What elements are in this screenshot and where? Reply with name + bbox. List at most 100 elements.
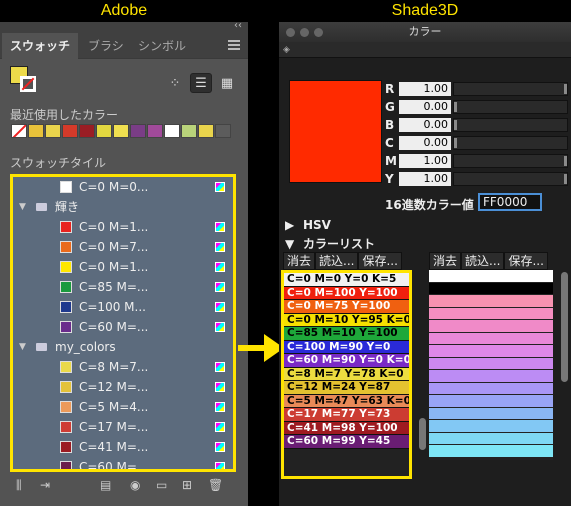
swatch-library-icon[interactable]: ⫼: [16, 478, 22, 493]
slider-track[interactable]: [453, 154, 568, 168]
trash-icon[interactable]: 🗑: [208, 478, 223, 492]
swatch-row[interactable]: C=8 M=7...: [13, 357, 233, 377]
swatch-row[interactable]: C=12 M=...: [13, 377, 233, 397]
color-list-item[interactable]: C=41 M=98 Y=100: [284, 421, 409, 435]
color-list-section-toggle[interactable]: ▼ カラーリスト: [285, 235, 375, 252]
swatch-row[interactable]: C=60 M=...: [13, 457, 233, 469]
slider-value[interactable]: 1.00: [399, 154, 451, 168]
swatch-row[interactable]: C=0 M=1...: [13, 257, 233, 277]
recent-swatch[interactable]: [62, 124, 78, 138]
clear-button-2[interactable]: 消去: [429, 252, 462, 270]
clear-button[interactable]: 消去: [283, 252, 316, 270]
diamond-icon[interactable]: ◈: [283, 45, 290, 55]
zoom-button[interactable]: [314, 28, 323, 37]
recent-swatch[interactable]: [198, 124, 214, 138]
recent-swatch[interactable]: [147, 124, 163, 138]
color-list-item[interactable]: C=60 M=99 Y=45: [284, 435, 409, 449]
recent-swatch[interactable]: [96, 124, 112, 138]
new-group-icon[interactable]: ▭: [156, 478, 167, 492]
color-list-item[interactable]: C=0 M=100 Y=100: [284, 286, 409, 300]
color-list-item[interactable]: C=0 M=0 Y=0 K=5: [284, 273, 409, 287]
color-list-item[interactable]: [429, 357, 553, 370]
recent-swatch[interactable]: [113, 124, 129, 138]
slider-value[interactable]: 0.00: [399, 100, 451, 114]
scrollbar-right[interactable]: [561, 272, 568, 382]
slider-knob[interactable]: [564, 84, 567, 94]
grid-view-icon[interactable]: ▦: [216, 73, 238, 93]
swatch-row[interactable]: C=17 M=...: [13, 417, 233, 437]
color-list-item[interactable]: [429, 270, 553, 283]
hex-input[interactable]: FF0000: [478, 193, 542, 211]
collapse-icon[interactable]: ‹‹: [234, 22, 242, 31]
recent-swatch[interactable]: [79, 124, 95, 138]
color-list-item[interactable]: C=5 M=47 Y=63 K=0: [284, 394, 409, 408]
color-list-item[interactable]: [429, 432, 553, 445]
tab-swatches[interactable]: スウォッチ: [2, 33, 78, 59]
swatch-row[interactable]: C=85 M=...: [13, 277, 233, 297]
slider-knob[interactable]: [564, 174, 567, 184]
recent-swatch[interactable]: [130, 124, 146, 138]
show-kinds-menu-icon[interactable]: ▤: [100, 478, 111, 492]
save-button-2[interactable]: 保存...: [504, 252, 548, 270]
color-list-item[interactable]: C=17 M=77 Y=73: [284, 408, 409, 422]
load-button-2[interactable]: 読込...: [461, 252, 505, 270]
recent-swatch[interactable]: [215, 124, 231, 138]
color-list-item[interactable]: [429, 282, 553, 295]
disclosure-down-icon[interactable]: ▼: [19, 337, 26, 357]
stroke-swatch[interactable]: [20, 76, 36, 92]
color-list-item[interactable]: [429, 420, 553, 433]
color-list-item[interactable]: C=100 M=90 Y=0: [284, 340, 409, 354]
slider-track[interactable]: [453, 100, 568, 114]
slider-track[interactable]: [453, 118, 568, 132]
show-kinds-icon[interactable]: ⁘: [164, 73, 186, 93]
color-list-item[interactable]: [429, 332, 553, 345]
none-swatch[interactable]: [11, 124, 27, 138]
slider-value[interactable]: 1.00: [399, 82, 451, 96]
load-button[interactable]: 読込...: [315, 252, 359, 270]
slider-track[interactable]: [453, 172, 568, 186]
color-list-item[interactable]: [429, 345, 553, 358]
swatch-row[interactable]: C=5 M=4...: [13, 397, 233, 417]
scrollbar-left[interactable]: [419, 418, 426, 450]
close-button[interactable]: [286, 28, 295, 37]
swatch-row[interactable]: C=60 M=...: [13, 317, 233, 337]
swatch-row[interactable]: C=41 M=...: [13, 437, 233, 457]
save-button[interactable]: 保存...: [358, 252, 402, 270]
color-list-item[interactable]: [429, 295, 553, 308]
recent-swatch[interactable]: [28, 124, 44, 138]
swatch-group-row[interactable]: ▼ 輝き: [13, 197, 233, 217]
color-list-item[interactable]: C=60 M=90 Y=0 K=0: [284, 354, 409, 368]
color-list-item[interactable]: [429, 370, 553, 383]
swatch-row[interactable]: C=0 M=7...: [13, 237, 233, 257]
color-list-item[interactable]: C=8 M=7 Y=78 K=0: [284, 367, 409, 381]
swatch-row[interactable]: C=0 M=1...: [13, 217, 233, 237]
disclosure-down-icon[interactable]: ▼: [19, 197, 26, 217]
hsv-section-toggle[interactable]: ▶ HSV: [285, 218, 331, 232]
slider-value[interactable]: 1.00: [399, 172, 451, 186]
minimize-button[interactable]: [300, 28, 309, 37]
place-swatch-icon[interactable]: ⇥: [40, 478, 50, 492]
slider-track[interactable]: [453, 136, 568, 150]
slider-value[interactable]: 0.00: [399, 136, 451, 150]
slider-knob[interactable]: [454, 138, 457, 148]
swatch-options-icon[interactable]: ◉: [130, 478, 140, 492]
color-list-item[interactable]: C=0 M=75 Y=100: [284, 300, 409, 314]
color-list-item[interactable]: [429, 320, 553, 333]
slider-track[interactable]: [453, 82, 568, 96]
color-list-item[interactable]: [429, 445, 553, 458]
color-list-item[interactable]: [429, 382, 553, 395]
color-list-item[interactable]: [429, 307, 553, 320]
slider-knob[interactable]: [454, 120, 457, 130]
slider-knob[interactable]: [454, 102, 457, 112]
fill-stroke-indicator[interactable]: [10, 66, 40, 96]
panel-menu-icon[interactable]: [228, 40, 240, 50]
color-list-item[interactable]: [429, 395, 553, 408]
color-list-item[interactable]: [429, 407, 553, 420]
swatch-row[interactable]: C=100 M...: [13, 297, 233, 317]
slider-knob[interactable]: [564, 156, 567, 166]
new-swatch-icon[interactable]: ⊞: [182, 478, 192, 492]
slider-value[interactable]: 0.00: [399, 118, 451, 132]
swatch-row[interactable]: C=0 M=0...: [13, 177, 233, 197]
color-list-item[interactable]: C=0 M=10 Y=95 K=0: [284, 313, 409, 327]
tab-symbols[interactable]: シンボル: [130, 33, 194, 59]
